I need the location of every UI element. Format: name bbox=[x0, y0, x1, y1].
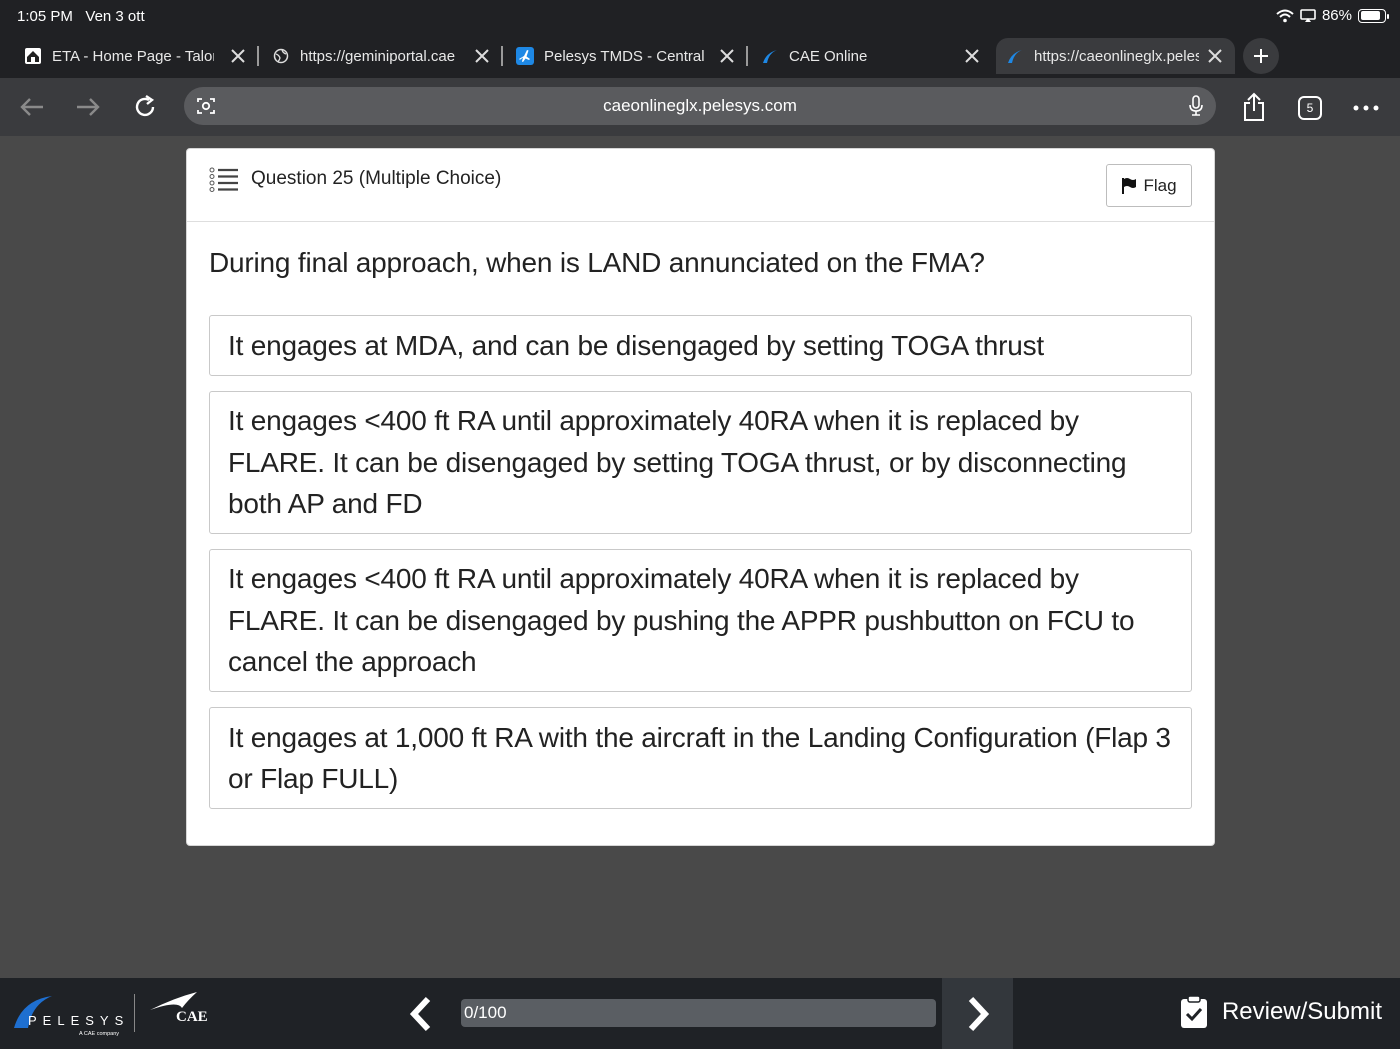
microphone-icon[interactable] bbox=[1188, 95, 1204, 117]
question-title: Question 25 (Multiple Choice) bbox=[251, 168, 502, 189]
tab-title: ETA - Home Page - Talon bbox=[52, 47, 214, 65]
close-icon[interactable] bbox=[1205, 46, 1225, 66]
tab-eta-home[interactable]: ETA - Home Page - Talon bbox=[24, 38, 248, 74]
wifi-icon bbox=[1276, 9, 1294, 22]
battery-percent: 86% bbox=[1321, 7, 1352, 24]
progress-bar: 0/100 bbox=[461, 999, 936, 1027]
answer-option-b[interactable]: It engages <400 ft RA until approximatel… bbox=[209, 391, 1192, 534]
arrow-left-icon bbox=[20, 98, 43, 116]
pelesys-icon bbox=[761, 47, 779, 65]
arrow-right-icon bbox=[77, 98, 100, 116]
status-date: Ven 3 ott bbox=[85, 8, 145, 25]
more-dots-icon bbox=[1353, 105, 1379, 111]
plus-icon bbox=[1254, 49, 1268, 63]
back-button[interactable] bbox=[16, 92, 48, 122]
cae-wordmark: CAE bbox=[176, 1009, 208, 1025]
clipboard-check-icon bbox=[1180, 995, 1207, 1028]
answer-option-text: It engages at 1,000 ft RA with the aircr… bbox=[228, 721, 1171, 795]
logo-divider bbox=[134, 994, 135, 1032]
flag-label: Flag bbox=[1143, 175, 1177, 195]
address-bar[interactable]: caeonlineglx.pelesys.com bbox=[184, 87, 1216, 125]
status-right: 86% bbox=[1276, 7, 1389, 24]
pelesys-tagline: A CAE company bbox=[79, 1031, 119, 1037]
browser-toolbar: caeonlineglx.pelesys.com 5 bbox=[0, 78, 1400, 136]
flag-icon bbox=[1122, 177, 1137, 194]
share-button[interactable] bbox=[1238, 90, 1270, 124]
review-submit-button[interactable]: Review/Submit bbox=[1180, 995, 1382, 1029]
new-tab-button[interactable] bbox=[1243, 38, 1279, 74]
tab-bar: ETA - Home Page - Talon https://geminipo… bbox=[0, 34, 1400, 78]
tab-title: https://geminiportal.cae bbox=[300, 47, 456, 65]
question-text: During final approach, when is LAND annu… bbox=[209, 247, 985, 278]
share-icon bbox=[1244, 92, 1264, 121]
answer-option-d[interactable]: It engages at 1,000 ft RA with the aircr… bbox=[209, 707, 1192, 809]
reload-icon bbox=[135, 95, 155, 117]
close-icon[interactable] bbox=[472, 46, 492, 66]
tabs-overview-button[interactable]: 5 bbox=[1296, 94, 1324, 122]
tab-separator bbox=[746, 46, 748, 66]
tab-caeonlineglx[interactable]: https://caeonlineglx.pelesys.com bbox=[996, 38, 1235, 74]
tab-separator bbox=[257, 46, 259, 66]
answer-option-text: It engages <400 ft RA until approximatel… bbox=[228, 405, 1127, 520]
status-bar: 1:05 PM Ven 3 ott 86% bbox=[0, 0, 1400, 34]
answer-option-text: It engages at MDA, and can be disengaged… bbox=[228, 329, 1044, 361]
pelesys-icon bbox=[1006, 47, 1024, 65]
progress-text: 0/100 bbox=[464, 1003, 507, 1022]
answer-option-a[interactable]: It engages at MDA, and can be disengaged… bbox=[209, 315, 1192, 376]
screen-mirror-icon bbox=[1300, 8, 1316, 22]
question-header: Question 25 (Multiple Choice) Flag bbox=[187, 149, 1214, 222]
tab-separator bbox=[501, 46, 503, 66]
battery-icon bbox=[1358, 8, 1389, 23]
pelesys-logo: PELESYS A CAE company bbox=[14, 994, 129, 1038]
forward-button[interactable] bbox=[72, 92, 104, 122]
quiz-footer: PELESYS A CAE company CAE 0/100 Review/S… bbox=[0, 978, 1400, 1049]
previous-question-button[interactable] bbox=[398, 978, 444, 1049]
status-time-date: 1:05 PM Ven 3 ott bbox=[17, 8, 145, 25]
question-list-icon[interactable] bbox=[209, 167, 239, 193]
cae-logo: CAE bbox=[148, 992, 213, 1036]
close-icon[interactable] bbox=[962, 46, 982, 66]
plane-icon bbox=[516, 47, 534, 65]
close-icon[interactable] bbox=[228, 46, 248, 66]
chevron-right-icon bbox=[968, 996, 989, 1031]
next-question-button[interactable] bbox=[942, 978, 1013, 1049]
more-menu-button[interactable] bbox=[1350, 94, 1382, 122]
answer-option-text: It engages <400 ft RA until approximatel… bbox=[228, 563, 1135, 678]
battery-fill bbox=[1360, 11, 1381, 20]
tab-title: Pelesys TMDS - Central bbox=[544, 47, 705, 65]
tab-count: 5 bbox=[1298, 96, 1322, 120]
tab-geminiportal[interactable]: https://geminiportal.cae bbox=[272, 38, 492, 74]
tab-cae-online[interactable]: CAE Online bbox=[761, 38, 982, 74]
answer-option-c[interactable]: It engages <400 ft RA until approximatel… bbox=[209, 549, 1192, 692]
status-time: 1:05 PM bbox=[17, 8, 73, 25]
review-submit-label: Review/Submit bbox=[1221, 998, 1382, 1025]
home-icon bbox=[24, 47, 42, 65]
reload-button[interactable] bbox=[129, 91, 161, 123]
tab-title: https://caeonlineglx.pelesys.com bbox=[1034, 47, 1199, 65]
pelesys-wordmark: PELESYS bbox=[28, 1013, 129, 1028]
close-icon[interactable] bbox=[717, 46, 737, 66]
question-card: Question 25 (Multiple Choice) Flag Durin… bbox=[186, 148, 1215, 846]
chevron-left-icon bbox=[409, 996, 431, 1031]
tab-title: CAE Online bbox=[789, 47, 868, 65]
globe-icon bbox=[272, 47, 290, 65]
tab-pelesys-tmds[interactable]: Pelesys TMDS - Central bbox=[516, 38, 737, 74]
flag-button[interactable]: Flag bbox=[1106, 164, 1192, 207]
url-text: caeonlineglx.pelesys.com bbox=[603, 96, 797, 115]
